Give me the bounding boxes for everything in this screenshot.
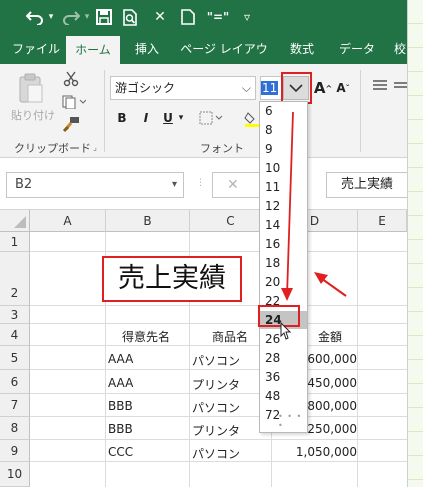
down-arrow-head xyxy=(281,288,293,301)
annotation-arrows xyxy=(281,111,347,301)
down-arrow-line xyxy=(286,111,294,297)
excel-window: ▾ ▾ ✕ "=" ▿ ファイル ホーム 挿入 ページ レイアウト 数式 データ… xyxy=(0,0,407,487)
